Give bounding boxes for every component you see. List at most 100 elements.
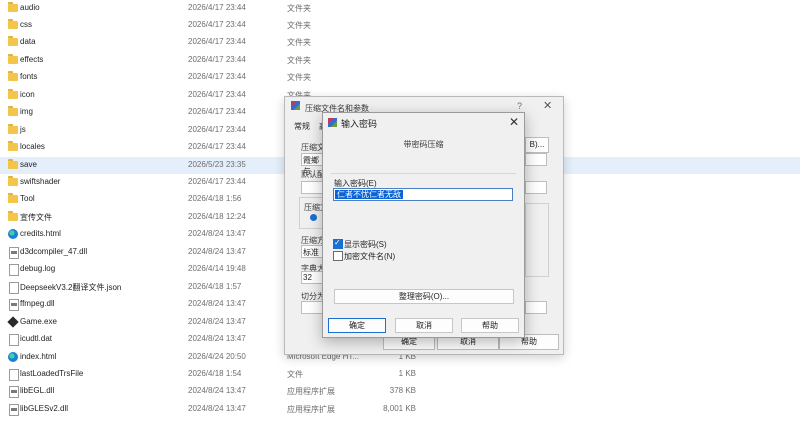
folder-icon bbox=[8, 106, 18, 117]
ok-button[interactable]: 确定 bbox=[328, 318, 386, 333]
file-date: 2026/5/23 23:35 bbox=[188, 159, 246, 169]
file-date: 2026/4/17 23:44 bbox=[188, 124, 246, 134]
file-date: 2026/4/18 1:54 bbox=[188, 368, 242, 378]
file-date: 2026/4/18 1:56 bbox=[188, 194, 242, 204]
cancel-button[interactable]: 取消 bbox=[395, 318, 453, 333]
show-password-checkbox[interactable] bbox=[333, 238, 343, 249]
file-date: 2026/4/17 23:44 bbox=[188, 72, 246, 82]
winrar-icon bbox=[291, 101, 300, 110]
file-type: 文件夹 bbox=[287, 20, 311, 30]
divider bbox=[331, 173, 516, 174]
file-name: save bbox=[20, 159, 37, 169]
file-row[interactable]: fonts 2026/4/17 23:44 文件夹 bbox=[0, 69, 800, 86]
show-password-label[interactable]: 显示密码(S) bbox=[344, 239, 387, 250]
help-icon[interactable]: ? bbox=[517, 101, 522, 111]
file-date: 2026/4/17 23:44 bbox=[188, 142, 246, 152]
file-size: 378 KB bbox=[389, 386, 416, 396]
dll-icon bbox=[9, 386, 19, 399]
file-row[interactable]: audio 2026/4/17 23:44 文件夹 bbox=[0, 0, 800, 17]
dll-icon bbox=[9, 299, 19, 312]
file-icon bbox=[9, 264, 19, 277]
folder-icon bbox=[8, 176, 18, 186]
file-name: index.html bbox=[20, 351, 57, 361]
format-radio[interactable] bbox=[310, 214, 317, 221]
file-icon bbox=[9, 334, 19, 347]
close-icon[interactable]: ✕ bbox=[509, 115, 519, 129]
file-date: 2026/4/17 23:44 bbox=[188, 54, 246, 64]
file-name: locales bbox=[20, 142, 45, 152]
file-row[interactable]: data 2026/4/17 23:44 文件夹 bbox=[0, 34, 800, 51]
winrar-icon bbox=[328, 118, 337, 127]
file-name: debug.log bbox=[20, 264, 56, 274]
file-date: 2024/8/24 13:47 bbox=[188, 316, 246, 326]
organize-passwords-button[interactable]: 整理密码(O)... bbox=[334, 289, 514, 304]
file-name: js bbox=[20, 124, 26, 134]
file-icon bbox=[9, 368, 19, 381]
dll-icon bbox=[9, 246, 19, 259]
file-date: 2024/8/24 13:47 bbox=[188, 403, 246, 413]
file-name: icudtl.dat bbox=[20, 334, 53, 344]
file-name: d3dcompiler_47.dll bbox=[20, 246, 88, 256]
file-name: ffmpeg.dll bbox=[20, 299, 55, 309]
folder-icon bbox=[8, 36, 18, 47]
file-name: credits.html bbox=[20, 229, 61, 239]
file-name: swiftshader bbox=[20, 177, 61, 186]
folder-icon bbox=[8, 193, 18, 204]
file-date: 2026/4/18 12:24 bbox=[188, 211, 246, 221]
file-row[interactable]: css 2026/4/17 23:44 文件夹 bbox=[0, 17, 800, 34]
password-input[interactable]: 仁者不忧仁者无敌 bbox=[333, 188, 513, 201]
file-name: css bbox=[20, 19, 32, 29]
file-type: 文件 bbox=[287, 369, 303, 379]
file-date: 2024/8/24 13:47 bbox=[188, 229, 246, 239]
file-date: 2024/8/24 13:47 bbox=[188, 334, 246, 344]
file-size: 1 KB bbox=[398, 368, 416, 378]
folder-icon bbox=[8, 123, 18, 134]
file-type: 应用程序扩展 bbox=[287, 404, 335, 414]
file-row[interactable]: effects 2026/4/17 23:44 文件夹 bbox=[0, 52, 800, 69]
folder-icon bbox=[8, 53, 18, 64]
file-row[interactable]: lastLoadedTrsFile 2026/4/18 1:54 文件 1 KB bbox=[0, 366, 800, 383]
password-dialog: 输入密码 ✕ 带密码压缩 输入密码(E) 仁者不忧仁者无敌 显示密码(S) 加密… bbox=[322, 112, 525, 338]
edge-icon bbox=[8, 351, 18, 362]
folder-icon bbox=[8, 141, 18, 152]
browse-button[interactable]: B)... bbox=[525, 137, 549, 153]
encrypt-filenames-checkbox[interactable] bbox=[333, 251, 343, 261]
file-date: 2026/4/14 19:48 bbox=[188, 264, 246, 274]
file-name: 宣传文件 bbox=[20, 212, 52, 222]
file-date: 2024/8/24 13:47 bbox=[188, 246, 246, 256]
file-row[interactable]: libEGL.dll 2024/8/24 13:47 应用程序扩展 378 KB bbox=[0, 383, 800, 400]
file-date: 2026/4/17 23:44 bbox=[188, 177, 246, 186]
file-date: 2026/4/17 23:44 bbox=[188, 19, 246, 29]
split-unit-select[interactable] bbox=[525, 301, 547, 314]
method-value: 标准 bbox=[303, 248, 319, 257]
folder-icon bbox=[8, 1, 18, 12]
file-size: 8,001 KB bbox=[383, 403, 416, 413]
file-type: 文件夹 bbox=[287, 73, 311, 83]
profile-select[interactable] bbox=[525, 181, 547, 194]
help-button[interactable]: 帮助 bbox=[461, 318, 519, 333]
file-name: Tool bbox=[20, 194, 35, 204]
tab-general[interactable]: 常规 bbox=[294, 121, 310, 132]
file-date: 2026/4/18 1:57 bbox=[188, 281, 242, 291]
folder-icon bbox=[8, 210, 18, 221]
options-group bbox=[525, 203, 549, 277]
file-name: fonts bbox=[20, 72, 38, 82]
update-mode-select[interactable] bbox=[525, 153, 547, 166]
file-date: 2026/4/17 23:44 bbox=[188, 2, 246, 12]
file-date: 2026/4/17 23:44 bbox=[188, 107, 246, 117]
file-name: effects bbox=[20, 54, 44, 64]
file-row[interactable]: libGLESv2.dll 2024/8/24 13:47 应用程序扩展 8,001 … bbox=[0, 401, 800, 418]
file-date: 2024/8/24 13:47 bbox=[188, 299, 246, 309]
close-icon[interactable]: ✕ bbox=[543, 99, 552, 112]
file-name: DeepseekV3.2翻译文件.json bbox=[20, 282, 122, 292]
password-dialog-title: 输入密码 bbox=[341, 119, 378, 129]
dict-size-value: 32 bbox=[303, 273, 312, 282]
file-date: 2026/4/24 20:50 bbox=[188, 351, 246, 361]
file-date: 2026/4/17 23:44 bbox=[188, 89, 246, 99]
encrypt-filenames-label[interactable]: 加密文件名(N) bbox=[344, 251, 395, 262]
file-date: 2026/4/17 23:44 bbox=[188, 37, 246, 47]
file-name: Game.exe bbox=[20, 316, 57, 326]
password-value: 仁者不忧仁者无敌 bbox=[335, 190, 403, 199]
file-type: 文件夹 bbox=[287, 3, 311, 13]
folder-icon bbox=[8, 71, 18, 82]
